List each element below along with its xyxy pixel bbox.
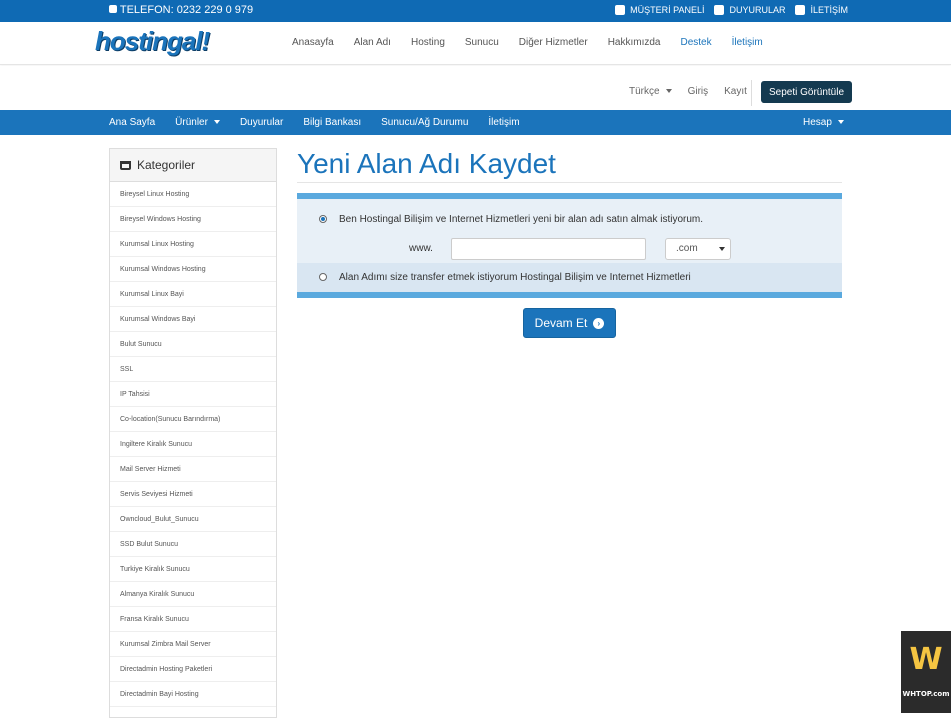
caret-down-icon [837,120,844,125]
main-nav: Anasayfa Alan Adı Hosting Sunucu Diğer H… [292,37,763,48]
nav-about[interactable]: Hakkımızda [608,37,661,48]
title-divider [297,182,842,183]
megaphone-icon [714,5,725,15]
account-label: Hesap [803,117,832,128]
contact-link[interactable]: İLETİŞİM [795,5,848,15]
register-link[interactable]: Kayıt [724,86,747,97]
account-links: Türkçe Giriş Kayıt [629,86,747,97]
logo[interactable]: hostingal! [95,26,210,57]
contact-label: İLETİŞİM [810,5,848,15]
customer-panel-link[interactable]: MÜŞTERİ PANELİ [615,5,704,15]
announcements-label: DUYURULAR [729,5,786,15]
sidebar-item[interactable]: Directadmin Hosting Paketleri [110,657,276,682]
secnav-products[interactable]: Ürünler [175,117,220,128]
transfer-option: Alan Adımı size transfer etmek istiyorum… [297,263,842,292]
sidebar-item[interactable]: Bireysel Linux Hosting [110,182,276,207]
nav-domain[interactable]: Alan Adı [354,37,391,48]
customer-panel-label: MÜŞTERİ PANELİ [630,5,705,15]
sidebar-header: Kategoriler [110,149,276,182]
sidebar-item[interactable]: Directadmin Bayi Hosting [110,682,276,707]
caret-down-icon [213,120,220,125]
sidebar-item[interactable]: IP Tahsisi [110,382,276,407]
categories-sidebar: Kategoriler Bireysel Linux Hosting Birey… [109,148,277,718]
sidebar-item[interactable]: Mail Server Hizmeti [110,457,276,482]
secnav-network-status[interactable]: Sunucu/Ağ Durumu [381,117,468,128]
tld-selected-value: .com [676,243,698,254]
nav-hosting[interactable]: Hosting [411,37,445,48]
envelope-icon [795,5,806,15]
top-bar: TELEFON: 0232 229 0 979 MÜŞTERİ PANELİ D… [0,0,951,22]
sidebar-item[interactable]: Kurumsal Windows Bayi [110,307,276,332]
secnav-knowledgebase[interactable]: Bilgi Bankası [303,117,361,128]
phone-info: TELEFON: 0232 229 0 979 [109,4,253,16]
secnav-home[interactable]: Ana Sayfa [109,117,155,128]
watermark-logo-icon: W [909,642,943,677]
sidebar-item[interactable]: Servis Seviyesi Hizmeti [110,482,276,507]
nav-server[interactable]: Sunucu [465,37,499,48]
language-select[interactable]: Türkçe [629,86,672,97]
sidebar-item[interactable]: Kurumsal Windows Hosting [110,257,276,282]
view-cart-button[interactable]: Sepeti Görüntüle [761,81,852,103]
chevron-down-icon [719,247,725,251]
nav-home[interactable]: Anasayfa [292,37,334,48]
chat-icon [615,5,626,15]
tld-select[interactable]: .com [665,238,731,260]
transfer-option-label: Alan Adımı size transfer etmek istiyorum… [339,272,691,283]
nav-other-services[interactable]: Diğer Hizmetler [519,37,588,48]
transfer-radio[interactable] [319,273,327,281]
top-links: MÜŞTERİ PANELİ DUYURULAR İLETİŞİM [615,5,848,15]
divider [751,80,752,106]
sidebar-item[interactable]: Owncloud_Bulut_Sunucu [110,507,276,532]
announcements-link[interactable]: DUYURULAR [714,5,785,15]
sidebar-item[interactable]: Fransa Kiralık Sunucu [110,607,276,632]
page-title: Yeni Alan Adı Kaydet [297,148,556,179]
caret-down-icon [665,89,672,94]
sidebar-item[interactable]: Co-location(Sunucu Barındırma) [110,407,276,432]
sidebar-item[interactable]: Turkiye Kiralık Sunucu [110,557,276,582]
register-option-label: Ben Hostingal Bilişim ve Internet Hizmet… [339,214,704,225]
sidebar-item[interactable]: SSL [110,357,276,382]
sidebar-item[interactable]: SSD Bulut Sunucu [110,532,276,557]
nav-contact[interactable]: İletişim [732,37,763,48]
secnav-contact[interactable]: İletişim [488,117,519,128]
account-menu[interactable]: Hesap [803,117,844,128]
whtop-watermark: W WHTOP.com [901,631,951,713]
secondary-nav: Ana Sayfa Ürünler Duyurular Bilgi Bankas… [0,110,951,135]
arrow-right-circle-icon: › [593,317,605,329]
sidebar-title: Kategoriler [137,158,196,172]
shopping-cart-icon [120,160,131,170]
continue-button[interactable]: Devam Et › [523,308,616,338]
sidebar-item[interactable]: Kurumsal Zimbra Mail Server [110,632,276,657]
phone-text: TELEFON: 0232 229 0 979 [119,4,254,16]
secnav-announcements[interactable]: Duyurular [240,117,283,128]
www-label: www. [409,243,433,254]
sidebar-item[interactable]: Bulut Sunucu [110,332,276,357]
continue-button-label: Devam Et [534,316,588,330]
domain-options-panel: Ben Hostingal Bilişim ve Internet Hizmet… [297,193,842,298]
watermark-text: WHTOP.com [902,690,950,698]
login-link[interactable]: Giriş [688,86,709,97]
sidebar-item[interactable]: Kurumsal Linux Hosting [110,232,276,257]
phone-icon [109,5,117,13]
sidebar-item[interactable]: Kurumsal Linux Bayi [110,282,276,307]
secondary-nav-items: Ana Sayfa Ürünler Duyurular Bilgi Bankas… [109,117,520,128]
sidebar-item[interactable]: Ingiltere Kiralık Sunucu [110,432,276,457]
sidebar-item[interactable]: Bireysel Windows Hosting [110,207,276,232]
products-label: Ürünler [175,117,208,128]
register-radio[interactable] [319,215,327,223]
sidebar-item[interactable]: Almanya Kiralık Sunucu [110,582,276,607]
domain-input[interactable] [451,238,646,260]
nav-support[interactable]: Destek [681,37,712,48]
site-header: hostingal! Anasayfa Alan Adı Hosting Sun… [0,22,951,65]
register-option: Ben Hostingal Bilişim ve Internet Hizmet… [297,199,842,263]
language-label: Türkçe [629,86,660,97]
